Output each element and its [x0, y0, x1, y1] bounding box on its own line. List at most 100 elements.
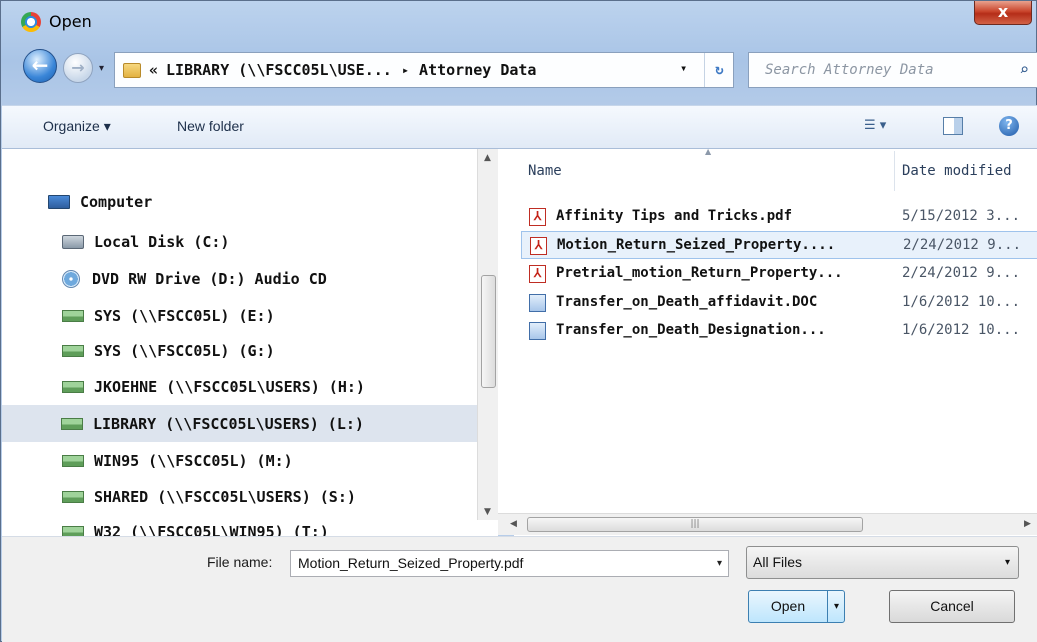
open-button-label: Open	[770, 598, 806, 614]
network-drive-icon	[62, 309, 84, 322]
scroll-up-icon[interactable]: ▲	[484, 153, 491, 163]
nav-item-label: WIN95 (\\FSCC05L) (M:)	[94, 451, 293, 470]
column-header-name[interactable]: Name	[528, 163, 562, 179]
network-drive-icon	[62, 380, 84, 393]
network-drive-icon	[62, 525, 84, 536]
file-name: Motion_Return_Seized_Property....	[557, 237, 836, 253]
breadcrumb-separator-icon[interactable]: ▸	[402, 63, 409, 77]
open-dialog: Open x ← → ▾ « LIBRARY (\\FSCC05L\USE...…	[0, 0, 1037, 642]
file-name: Transfer_on_Death_affidavit.DOC	[556, 294, 818, 310]
file-name-label: File name:	[207, 554, 273, 570]
file-date: 2/24/2012 9...	[902, 265, 1021, 281]
recent-locations-chevron-icon[interactable]: ▾	[99, 63, 104, 74]
nav-item-local-disk[interactable]: Local Disk (C:)	[62, 223, 498, 260]
file-name-dropdown-icon[interactable]: ▾	[717, 551, 722, 576]
address-dropdown-icon[interactable]: ▾	[680, 61, 687, 75]
scroll-right-icon[interactable]: ▶	[1024, 519, 1031, 529]
file-date: 1/6/2012 10...	[902, 322, 1021, 338]
file-name: Pretrial_motion_Return_Property...	[556, 265, 843, 281]
back-button[interactable]: ←	[23, 49, 57, 83]
scroll-left-icon[interactable]: ◀	[510, 519, 517, 529]
nav-item-label: Computer	[80, 192, 153, 211]
nav-item-label: SYS (\\FSCC05L) (E:)	[94, 306, 275, 325]
file-row[interactable]: ⅄ Affinity Tips and Tricks.pdf 5/15/2012…	[521, 203, 1037, 231]
scroll-down-icon[interactable]: ▼	[484, 507, 491, 517]
doc-file-icon	[529, 322, 546, 340]
nav-item-label: Local Disk (C:)	[94, 232, 230, 251]
views-icon[interactable]: ☰ ▾	[864, 118, 904, 138]
address-bar[interactable]: « LIBRARY (\\FSCC05L\USE... ▸ Attorney D…	[114, 52, 734, 88]
file-type-value: All Files	[753, 554, 803, 570]
nav-item-dvd-drive[interactable]: DVD RW Drive (D:) Audio CD	[62, 260, 498, 297]
organize-button[interactable]: Organize ▾	[43, 118, 111, 135]
command-toolbar: Organize ▾ New folder ☰ ▾ ?	[2, 105, 1037, 149]
nav-item-label: LIBRARY (\\FSCC05L\USERS) (L:)	[93, 414, 364, 433]
column-header-date-modified[interactable]: Date modified	[902, 163, 1012, 179]
nav-item-label: DVD RW Drive (D:) Audio CD	[92, 269, 327, 288]
file-date: 2/24/2012 9...	[903, 237, 1022, 253]
open-button[interactable]: Open ▾	[748, 590, 845, 623]
file-name: Affinity Tips and Tricks.pdf	[556, 208, 793, 224]
file-name-value: Motion_Return_Seized_Property.pdf	[298, 555, 524, 571]
dvd-icon	[62, 269, 80, 288]
title-bar: Open x	[1, 1, 1037, 43]
pane-splitter[interactable]	[498, 149, 514, 513]
file-name-input[interactable]: Motion_Return_Seized_Property.pdf ▾	[290, 550, 729, 577]
help-icon[interactable]: ?	[999, 116, 1019, 136]
file-row[interactable]: Transfer_on_Death_affidavit.DOC 1/6/2012…	[521, 289, 1037, 317]
nav-item-win95[interactable]: WIN95 (\\FSCC05L) (M:)	[62, 442, 498, 479]
network-drive-icon	[62, 344, 84, 357]
nav-item-computer[interactable]: Computer	[48, 183, 498, 220]
pdf-file-icon: ⅄	[529, 265, 546, 283]
column-divider[interactable]	[894, 151, 895, 191]
breadcrumb-attorney-data[interactable]: Attorney Data	[419, 61, 536, 79]
computer-icon	[48, 194, 70, 209]
nav-item-sys-e[interactable]: SYS (\\FSCC05L) (E:)	[62, 297, 498, 334]
pdf-file-icon: ⅄	[530, 237, 547, 255]
network-drive-icon	[62, 454, 84, 467]
navigation-scrollbar[interactable]: ▲ ▼	[477, 149, 498, 520]
nav-item-jkoehne[interactable]: JKOEHNE (\\FSCC05L\USERS) (H:)	[62, 368, 498, 405]
nav-item-sys-g[interactable]: SYS (\\FSCC05L) (G:)	[62, 332, 498, 369]
nav-item-label: SYS (\\FSCC05L) (G:)	[94, 341, 275, 360]
new-folder-button[interactable]: New folder	[177, 118, 244, 134]
file-date: 1/6/2012 10...	[902, 294, 1021, 310]
file-list-hscrollbar-thumb[interactable]: |||	[527, 517, 863, 532]
file-row[interactable]: ⅄ Pretrial_motion_Return_Property... 2/2…	[521, 260, 1037, 288]
preview-pane-icon[interactable]	[943, 117, 963, 135]
file-row[interactable]: Transfer_on_Death_Designation... 1/6/201…	[521, 317, 1037, 345]
folder-icon	[123, 62, 141, 78]
network-drive-icon	[61, 417, 83, 430]
nav-item-shared[interactable]: SHARED (\\FSCC05L\USERS) (S:)	[62, 478, 498, 515]
navigation-scrollbar-thumb[interactable]	[481, 275, 496, 388]
search-input[interactable]: Search Attorney Data ⌕	[748, 52, 1037, 88]
file-type-select[interactable]: All Files ▾	[746, 546, 1019, 579]
pdf-file-icon: ⅄	[529, 208, 546, 226]
search-icon[interactable]: ⌕	[1019, 53, 1029, 87]
nav-item-label: W32 (\\FSCC05L\WIN95) (T:)	[94, 522, 329, 537]
file-type-dropdown-icon[interactable]: ▾	[1005, 547, 1010, 578]
nav-item-library[interactable]: LIBRARY (\\FSCC05L\USERS) (L:)	[2, 405, 478, 442]
close-button[interactable]: x	[974, 1, 1032, 25]
file-name: Transfer_on_Death_Designation...	[556, 322, 826, 338]
file-date: 5/15/2012 3...	[902, 208, 1021, 224]
cancel-button[interactable]: Cancel	[889, 590, 1015, 623]
doc-file-icon	[529, 294, 546, 312]
window-title: Open	[49, 12, 92, 31]
network-drive-icon	[62, 490, 84, 503]
search-placeholder: Search Attorney Data	[765, 62, 934, 78]
file-row-selected[interactable]: ⅄ Motion_Return_Seized_Property.... 2/24…	[521, 231, 1037, 259]
nav-item-label: SHARED (\\FSCC05L\USERS) (S:)	[94, 487, 356, 506]
nav-item-w32[interactable]: W32 (\\FSCC05L\WIN95) (T:)	[62, 513, 498, 536]
app-icon	[21, 12, 41, 32]
forward-button[interactable]: →	[63, 53, 93, 83]
breadcrumb-library[interactable]: LIBRARY (\\FSCC05L\USE...	[166, 61, 392, 79]
open-options-dropdown-icon[interactable]: ▾	[827, 591, 845, 622]
address-overflow-chevron[interactable]: «	[149, 61, 158, 79]
nav-item-label: JKOEHNE (\\FSCC05L\USERS) (H:)	[94, 377, 365, 396]
sort-ascending-icon: ▲	[705, 147, 712, 156]
refresh-button[interactable]: ↻	[704, 53, 734, 87]
navigation-pane: Computer Local Disk (C:) DVD RW Drive (D…	[2, 149, 498, 536]
file-list-hscrollbar[interactable]: ◀ ||| ▶	[498, 513, 1037, 535]
disk-icon	[62, 234, 84, 249]
